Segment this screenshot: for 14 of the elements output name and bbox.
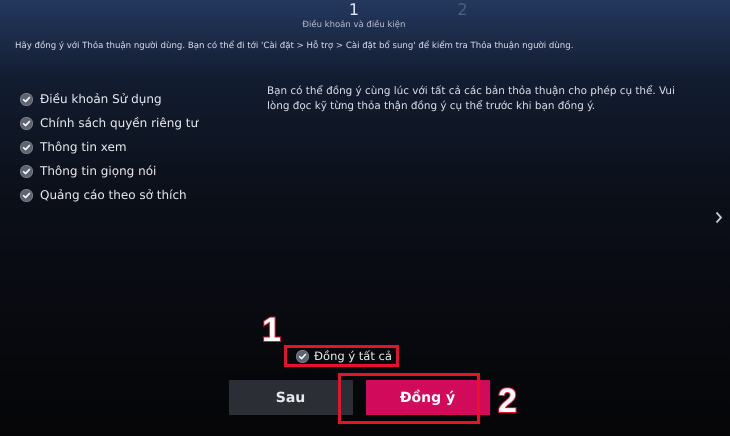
- step-number: 1: [348, 1, 359, 19]
- step-marker: 1: [262, 313, 281, 347]
- step-label: Điều khoản và điều kiện: [302, 20, 406, 30]
- agree-button[interactable]: Đồng ý: [366, 380, 490, 415]
- later-button[interactable]: Sau: [228, 380, 352, 415]
- agreement-label: Chính sách quyền riêng tư: [40, 116, 198, 130]
- step-marker: 2: [498, 384, 517, 418]
- agreement-label: Thông tin giọng nói: [40, 164, 156, 178]
- agreement-label: Quảng cáo theo sở thích: [40, 188, 187, 202]
- agree-all-label: Đồng ý tất cả: [314, 349, 392, 363]
- agreement-label: Thông tin xem: [40, 140, 127, 154]
- description-text: Bạn có thể đồng ý cùng lúc với tất cả các bản thỏa thuận cho phép cụ thể. Vui lòng đọc kỹ từng thỏa thận đồng ý cụ thể trước khi bạn đồng ý.: [267, 84, 676, 114]
- agreement-label: Điều khoản Sử dụng: [40, 92, 162, 106]
- intro-text: Hãy đồng ý với Thỏa thuận người dùng. Bạn có thể đi tới 'Cài đặt > Hỗ trợ > Cài đặt bổ sung' để kiểm tra Thỏa thuận người dùng.: [14, 41, 574, 51]
